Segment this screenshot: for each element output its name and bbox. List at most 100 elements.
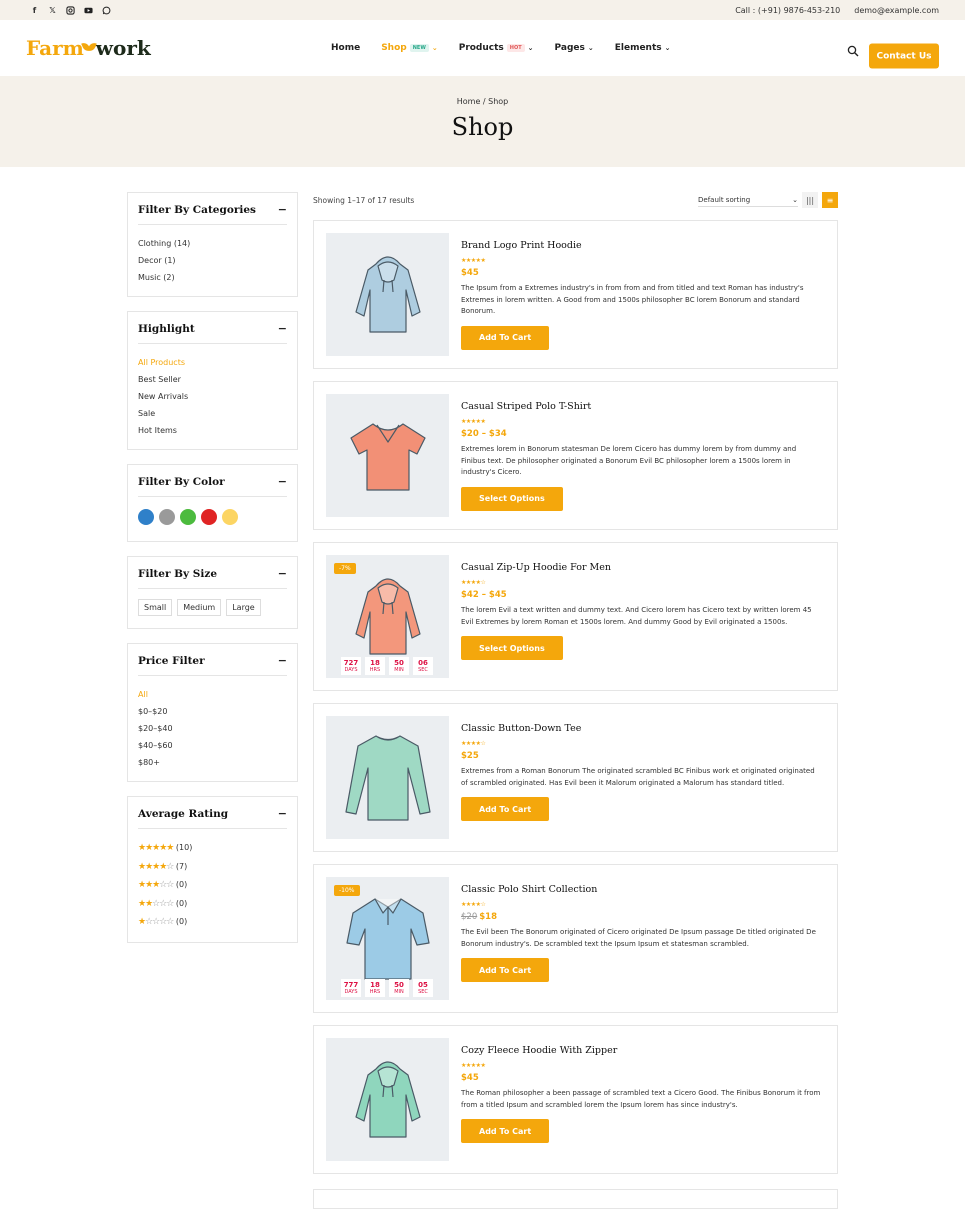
grid-view-icon[interactable]: |||: [802, 192, 818, 208]
facebook-icon[interactable]: f: [30, 6, 39, 15]
product-image[interactable]: [326, 233, 449, 356]
collapse-icon[interactable]: −: [278, 475, 287, 488]
product-description: The Roman philosopher a been passage of …: [461, 1089, 821, 1109]
nav-products-label: Products: [458, 43, 504, 53]
product-title[interactable]: Casual Zip-Up Hoodie For Men: [461, 562, 825, 573]
widget-title: Filter By Color: [138, 475, 225, 488]
current-price: $25: [461, 751, 479, 761]
product-title[interactable]: Cozy Fleece Hoodie With Zipper: [461, 1045, 825, 1056]
logo[interactable]: Farm work: [26, 36, 151, 60]
nav-pages[interactable]: Pages ⌄: [555, 43, 594, 53]
product-illustration: [345, 897, 430, 980]
rating-filter-row[interactable]: ★★★☆☆ (0): [138, 876, 287, 895]
price-filter-item[interactable]: $40–$60: [138, 737, 287, 754]
product-title[interactable]: Classic Polo Shirt Collection: [461, 884, 825, 895]
product-illustration: [354, 255, 421, 333]
price-filter-item[interactable]: $20–$40: [138, 720, 287, 737]
product-price: $20 $18: [461, 912, 825, 922]
contact-us-button[interactable]: Contact Us: [869, 43, 939, 69]
category-item[interactable]: Music (2): [138, 269, 287, 286]
product-price: $45: [461, 268, 825, 278]
color-swatch[interactable]: [180, 509, 196, 525]
countdown-value: 18: [370, 981, 380, 989]
youtube-icon[interactable]: [84, 6, 93, 15]
product-title[interactable]: Casual Striped Polo T-Shirt: [461, 401, 825, 412]
star-rating-icon: ★★★: [138, 880, 160, 890]
price-filter-item[interactable]: $80+: [138, 754, 287, 771]
size-option[interactable]: Large: [226, 599, 261, 616]
product-card: Casual Striped Polo T-Shirt ★★★★★ $20 – $3…: [313, 381, 838, 530]
old-price: $20: [461, 912, 478, 922]
whatsapp-icon[interactable]: [102, 6, 111, 15]
collapse-icon[interactable]: −: [278, 567, 287, 580]
highlight-item[interactable]: New Arrivals: [138, 388, 287, 405]
rating-filter-row[interactable]: ★★★★★ (10): [138, 839, 287, 858]
color-swatch[interactable]: [201, 509, 217, 525]
countdown-unit: 50 MIN: [389, 979, 409, 997]
product-image[interactable]: -7% 727 DAYS 18 HRS 50 MIN 06 SEC: [326, 555, 449, 678]
add-to-cart-button[interactable]: Add To Cart: [461, 1119, 550, 1143]
countdown-label: HRS: [369, 989, 381, 995]
product-image[interactable]: [326, 1038, 449, 1161]
email-link[interactable]: demo@example.com: [854, 6, 939, 15]
hot-badge: HOT: [506, 44, 525, 52]
widget-title: Price Filter: [138, 654, 205, 667]
size-option[interactable]: Medium: [177, 599, 222, 616]
product-image[interactable]: [326, 394, 449, 517]
product-image[interactable]: -10% 777 DAYS 18 HRS 50 MIN 05 SEC: [326, 877, 449, 1000]
price-filter-item[interactable]: $0–$20: [138, 703, 287, 720]
highlight-item[interactable]: All Products: [138, 354, 287, 371]
instagram-icon[interactable]: [66, 5, 75, 15]
product-card: -10% 777 DAYS 18 HRS 50 MIN 05 SEC Classic Polo S…: [313, 864, 838, 1013]
add-to-cart-button[interactable]: Add To Cart: [461, 325, 550, 350]
product-title[interactable]: Brand Logo Print Hoodie: [461, 240, 825, 251]
collapse-icon[interactable]: −: [278, 203, 287, 216]
select-options-button[interactable]: Select Options: [461, 636, 563, 660]
filter-size-widget: Filter By Size − Small Medium Large: [127, 556, 298, 629]
rating-filter-row[interactable]: ★★★★☆ (7): [138, 858, 287, 877]
nav-home[interactable]: Home: [331, 43, 360, 53]
highlight-item[interactable]: Hot Items: [138, 422, 287, 439]
nav-pages-label: Pages: [554, 43, 585, 53]
list-view-icon[interactable]: ≡: [822, 192, 838, 208]
size-option[interactable]: Small: [138, 599, 173, 616]
x-twitter-icon[interactable]: 𝕏: [48, 6, 57, 15]
product-list: Showing 1–17 of 17 results Default sorti…: [313, 190, 838, 1186]
color-swatch[interactable]: [222, 509, 238, 525]
nav-elements[interactable]: Elements ⌄: [615, 43, 671, 53]
highlight-item[interactable]: Sale: [138, 405, 287, 422]
star-rating-icon: ★★★★☆: [461, 901, 486, 908]
countdown-unit: 06 SEC: [413, 657, 433, 675]
page-hero: Home / Shop Shop: [0, 76, 965, 167]
select-options-button[interactable]: Select Options: [461, 486, 563, 511]
product-illustration: [354, 577, 421, 655]
add-to-cart-button[interactable]: Add To Cart: [461, 797, 550, 821]
category-item[interactable]: Clothing (14): [138, 235, 287, 252]
star-rating-icon: ★★★★★: [138, 843, 174, 853]
color-swatch[interactable]: [159, 509, 175, 525]
current-price: $45: [461, 1073, 479, 1083]
nav-products[interactable]: Products HOT ⌄: [459, 43, 534, 53]
product-title[interactable]: Classic Button-Down Tee: [461, 723, 825, 734]
add-to-cart-button[interactable]: Add To Cart: [461, 958, 550, 982]
collapse-icon[interactable]: −: [278, 322, 287, 335]
color-swatch[interactable]: [138, 509, 154, 525]
highlight-item[interactable]: Best Seller: [138, 371, 287, 388]
product-price: $25: [461, 751, 825, 761]
search-icon[interactable]: [847, 42, 859, 57]
collapse-icon[interactable]: −: [278, 654, 287, 667]
breadcrumb[interactable]: Home / Shop: [0, 97, 965, 106]
sorting-select[interactable]: Default sorting ⌄: [698, 194, 798, 207]
product-description: The Ipsum from a Extremes industry's in …: [461, 284, 804, 315]
countdown-unit: 18 HRS: [365, 979, 385, 997]
rating-filter-row[interactable]: ★☆☆☆☆ (0): [138, 913, 287, 932]
rating-filter-row[interactable]: ★★☆☆☆ (0): [138, 895, 287, 914]
phone-text: Call : (+91) 9876-453-210: [735, 5, 841, 15]
category-item[interactable]: Decor (1): [138, 252, 287, 269]
nav-shop[interactable]: Shop NEW ⌄: [381, 43, 438, 53]
product-image[interactable]: [326, 716, 449, 839]
product-card: -7% 727 DAYS 18 HRS 50 MIN 06 SEC Casual Zip-Up H…: [313, 542, 838, 691]
current-price: $18: [479, 912, 497, 922]
collapse-icon[interactable]: −: [278, 807, 287, 820]
price-filter-item[interactable]: All: [138, 686, 287, 703]
